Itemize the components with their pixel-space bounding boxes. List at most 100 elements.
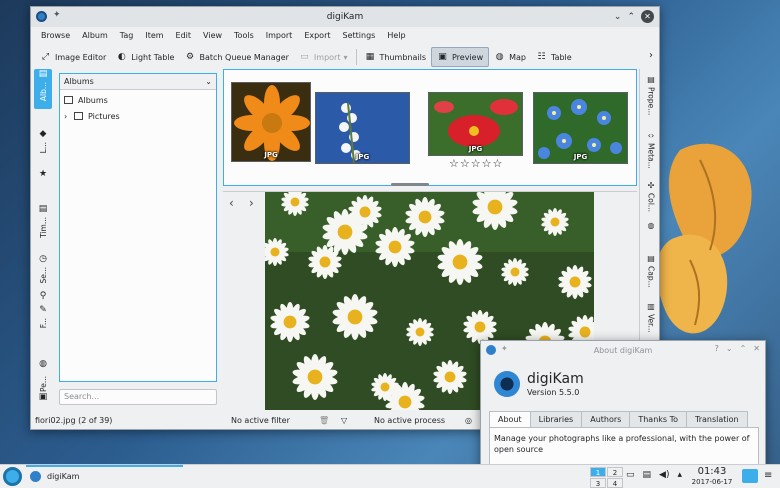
digikam-app-icon[interactable] bbox=[36, 11, 47, 22]
thumbnail-item[interactable]: JPG bbox=[533, 82, 628, 164]
tab-search[interactable]: ◷ Se... bbox=[34, 254, 52, 284]
tab-captions[interactable]: ▤ Cap... bbox=[644, 254, 658, 288]
menu-tag[interactable]: Tag bbox=[114, 29, 140, 43]
menu-view[interactable]: View bbox=[197, 29, 228, 43]
tab-fuzzy[interactable]: ✎ F... bbox=[34, 305, 52, 328]
table-icon: ☷ bbox=[537, 51, 546, 62]
folder-icon bbox=[74, 112, 83, 120]
tab-versions[interactable]: ▥ Ver... bbox=[644, 302, 658, 333]
album-tree-header[interactable]: Albums ⌄ bbox=[60, 74, 216, 90]
light-table-button[interactable]: ◐ Light Table bbox=[111, 47, 179, 67]
pin-icon[interactable]: ✦ bbox=[53, 10, 61, 20]
expand-tray-icon[interactable]: ▴ bbox=[677, 470, 682, 480]
batch-queue-button[interactable]: ⚙ Batch Queue Manager bbox=[179, 47, 293, 67]
tab-metadata[interactable]: ‹› Meta... bbox=[644, 131, 658, 169]
thumbnail-item-selected[interactable]: JPG bbox=[428, 82, 523, 162]
close-icon[interactable]: ✕ bbox=[753, 344, 760, 353]
thumbnail-scrollbar[interactable] bbox=[391, 183, 429, 186]
pin-icon[interactable]: ✦ bbox=[501, 344, 508, 353]
tab-timeline[interactable]: ▤ Tim... bbox=[34, 204, 52, 238]
trash-icon[interactable]: 🗑 bbox=[319, 416, 329, 425]
album-search-input[interactable]: Search... bbox=[59, 389, 217, 405]
filter-icon[interactable]: ▽ bbox=[341, 416, 347, 425]
image-editor-button[interactable]: ⤢ Image Editor bbox=[35, 47, 111, 67]
menu-settings[interactable]: Settings bbox=[337, 29, 382, 43]
desktop-3[interactable]: 3 bbox=[590, 478, 606, 488]
tab-authors[interactable]: Authors bbox=[581, 411, 631, 427]
menu-edit[interactable]: Edit bbox=[170, 29, 198, 43]
maximize-icon[interactable]: ⌃ bbox=[627, 12, 635, 22]
menu-import[interactable]: Import bbox=[260, 29, 299, 43]
tab-thanks-to[interactable]: Thanks To bbox=[629, 411, 688, 427]
tab-about[interactable]: About bbox=[489, 411, 531, 427]
maximize-icon[interactable]: ⌃ bbox=[740, 344, 747, 353]
tab-translation[interactable]: Translation bbox=[686, 411, 748, 427]
menu-tools[interactable]: Tools bbox=[228, 29, 260, 43]
main-toolbar: ⤢ Image Editor ◐ Light Table ⚙ Batch Queue … bbox=[31, 46, 659, 68]
calendar-icon: ▤ bbox=[38, 204, 48, 214]
minimize-icon[interactable]: ⌄ bbox=[726, 344, 733, 353]
star-icon: ★ bbox=[38, 169, 48, 179]
close-icon[interactable]: ✕ bbox=[641, 10, 654, 23]
tab-labels[interactable]: ◆ L... bbox=[34, 129, 52, 153]
desktop-1[interactable]: 1 bbox=[590, 467, 606, 477]
next-arrow-icon[interactable]: › bbox=[249, 196, 254, 210]
people-icon: ▣ bbox=[38, 392, 48, 403]
title-bar[interactable]: ✦ digiKam ⌄ ⌃ ✕ bbox=[31, 7, 659, 27]
album-tree-panel: Albums ⌄ Albums › Pictures bbox=[59, 73, 217, 382]
previous-arrow-icon[interactable]: ‹ bbox=[229, 196, 234, 210]
image-editor-icon: ⤢ bbox=[41, 51, 50, 62]
desktop-2[interactable]: 2 bbox=[607, 467, 623, 477]
thumbnail-item[interactable]: JPG bbox=[315, 82, 410, 164]
tab-map[interactable]: ◍ bbox=[644, 221, 658, 231]
about-title-bar[interactable]: ✦ About digiKam ? ⌄ ⌃ ✕ bbox=[481, 341, 765, 359]
import-button[interactable]: ▭ Import ▾ bbox=[294, 47, 353, 67]
digital-clock[interactable]: 01:43 2017-06-17 bbox=[690, 466, 734, 487]
status-process: No active process bbox=[374, 415, 446, 425]
taskbar: digiKam 1 2 3 4 ▭ ▤ ◀) ▴ 01:43 2017-06-1… bbox=[0, 464, 780, 488]
thumbnails-button[interactable]: ▦ Thumbnails bbox=[360, 47, 431, 67]
tab-properties[interactable]: ▤ Prope... bbox=[644, 75, 658, 115]
taskbar-entry-digikam[interactable]: digiKam bbox=[26, 465, 183, 487]
zoom-fit-icon[interactable]: ◎ bbox=[465, 416, 472, 425]
display-icon[interactable]: ▭ bbox=[626, 470, 635, 480]
tag-icon: ◆ bbox=[39, 129, 47, 139]
menu-album[interactable]: Album bbox=[76, 29, 114, 43]
table-button[interactable]: ☷ Table bbox=[531, 47, 577, 67]
toolbar-overflow-chevron-icon[interactable]: › bbox=[649, 50, 653, 61]
panel-menu-icon[interactable]: ≡ bbox=[764, 470, 772, 481]
about-version: Version 5.5.0 bbox=[527, 388, 580, 397]
map-button[interactable]: ◍ Map bbox=[489, 47, 531, 67]
search-icon: ⚲ bbox=[39, 291, 47, 301]
status-filter[interactable]: No active filter bbox=[231, 416, 290, 425]
tab-colors[interactable]: ✣ Col... bbox=[644, 181, 658, 212]
menu-browse[interactable]: Browse bbox=[35, 29, 76, 43]
menu-item[interactable]: Item bbox=[139, 29, 169, 43]
desktop-4[interactable]: 4 bbox=[607, 478, 623, 488]
tab-people[interactable]: Pe... ▣ bbox=[34, 374, 52, 403]
album-icon: ▤ bbox=[38, 69, 48, 79]
help-icon[interactable]: ? bbox=[715, 344, 719, 353]
tree-item-pictures[interactable]: › Pictures bbox=[60, 108, 216, 124]
tab-libraries[interactable]: Libraries bbox=[529, 411, 583, 427]
application-launcher-icon[interactable] bbox=[3, 467, 22, 486]
rating-stars[interactable]: ☆☆☆☆☆ bbox=[449, 157, 503, 170]
chevron-right-icon[interactable]: › bbox=[64, 112, 74, 121]
tab-map[interactable]: ◍ bbox=[34, 359, 52, 370]
tab-favorites[interactable]: ★ bbox=[34, 169, 52, 180]
menu-export[interactable]: Export bbox=[298, 29, 336, 43]
clipboard-icon[interactable]: ▤ bbox=[643, 470, 652, 480]
thumbnail-item[interactable]: JPG bbox=[231, 82, 311, 162]
about-tabs: About Libraries Authors Thanks To Transl… bbox=[489, 411, 748, 427]
tab-fuzzy-search[interactable]: ⚲ bbox=[34, 291, 52, 302]
tab-albums[interactable]: ▤ Alb... bbox=[34, 69, 52, 109]
tree-item-albums-root[interactable]: Albums bbox=[60, 92, 216, 108]
thumbnail-strip: JPG JPG JPG JPG bbox=[223, 69, 637, 186]
window-title: digiKam bbox=[326, 12, 364, 22]
preview-button[interactable]: ▣ Preview bbox=[430, 47, 490, 67]
minimize-icon[interactable]: ⌄ bbox=[614, 12, 622, 22]
chevron-down-icon[interactable]: ⌄ bbox=[205, 77, 212, 86]
menu-help[interactable]: Help bbox=[381, 29, 411, 43]
volume-icon[interactable]: ◀) bbox=[659, 470, 669, 480]
folder-icon[interactable] bbox=[742, 469, 758, 483]
